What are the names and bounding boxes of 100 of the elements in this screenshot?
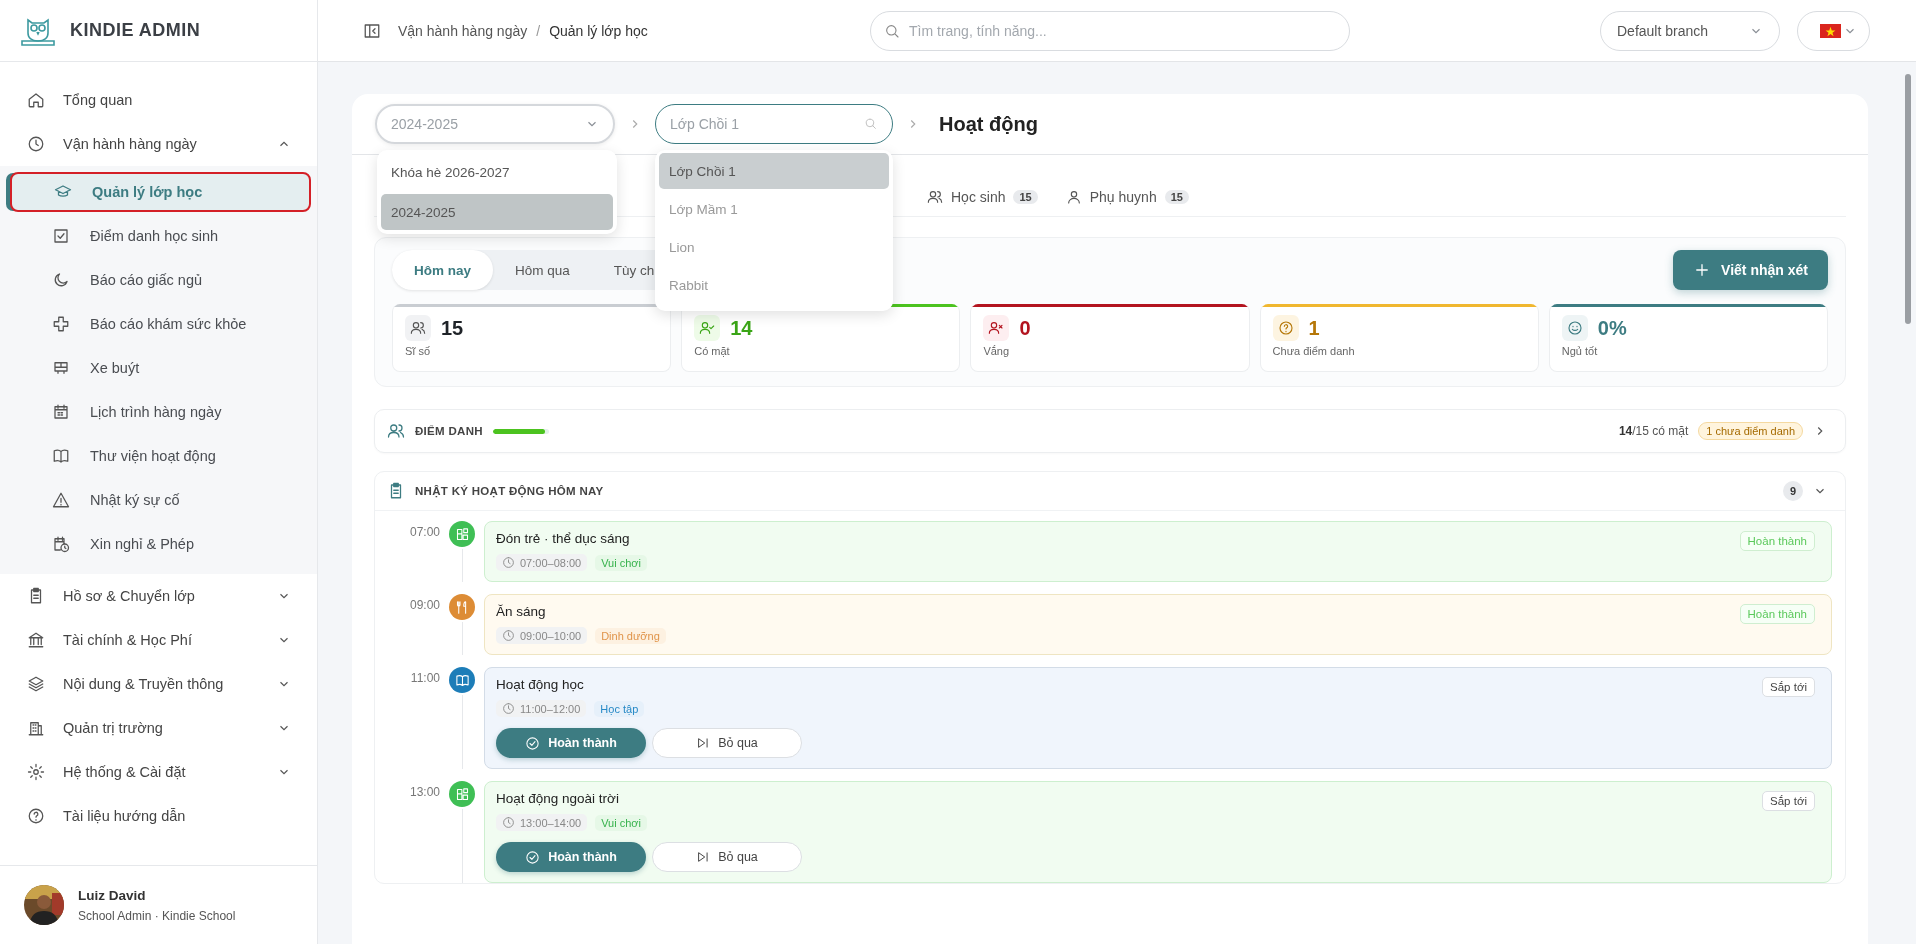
flag-icon: [1820, 23, 1841, 38]
activity-title: Hoạt động ngoài trời: [496, 791, 620, 806]
user-role: School Admin · Kindie School: [78, 908, 236, 923]
category-tag: Vui chơi: [595, 554, 647, 571]
time-range: 09:00–10:00: [520, 629, 582, 642]
smile-icon: [1566, 320, 1583, 336]
sidebar-subitem[interactable]: Thư viện hoạt động: [10, 436, 311, 476]
search-field[interactable]: Tìm trang, tính năng...: [870, 10, 1350, 51]
bank-icon: [27, 631, 45, 649]
skip-icon: [696, 736, 711, 750]
tab-label: Học sinh: [951, 188, 1006, 205]
users-icon: [927, 188, 943, 205]
sidebar-item[interactable]: Tổng quan: [0, 78, 317, 122]
range-tab[interactable]: Hôm qua: [493, 250, 592, 290]
user-name: Luiz David: [78, 887, 147, 903]
sidebar-subitem[interactable]: Báo cáo giấc ngủ: [10, 260, 311, 300]
stat-value: 1: [1308, 316, 1320, 340]
sidebar-subitem[interactable]: Nhật ký sự cố: [10, 480, 311, 520]
time-label: 09:00: [408, 597, 440, 614]
section-header[interactable]: NHẬT KÝ HOẠT ĐỘNG HÔM NAY 9: [375, 472, 1845, 511]
status-badge: Hoàn thành: [1739, 531, 1815, 551]
time-label: 07:00: [408, 524, 440, 541]
layers-icon: [27, 675, 45, 693]
stat-value: 0: [1019, 316, 1031, 340]
status-badge: Hoàn thành: [1739, 604, 1815, 624]
class-select[interactable]: Lớp Chồi 1: [655, 104, 893, 144]
status-badge: Sắp tới: [1762, 677, 1815, 697]
activity-title: Ăn sáng: [496, 604, 547, 619]
breadcrumb-item: Quản lý lớp học: [549, 22, 648, 39]
activity-title: Hoạt động học: [496, 677, 585, 692]
sidebar-subitem[interactable]: Lịch trình hàng ngày: [10, 392, 311, 432]
stat-label: Vắng: [983, 345, 1011, 357]
dropdown-option[interactable]: 2024-2025: [381, 194, 613, 230]
clock-icon: [27, 135, 45, 153]
bus-icon: [52, 359, 70, 377]
dropdown-option[interactable]: Khóa hè 2026-2027: [381, 154, 613, 190]
settings-icon: [27, 763, 45, 781]
sidebar-subitem[interactable]: Báo cáo khám sức khỏe: [10, 304, 311, 344]
sidebar-item[interactable]: Tài liệu hướng dẫn: [0, 794, 317, 838]
search-icon: [864, 117, 877, 130]
section-title: ĐIỂM DANH: [415, 425, 483, 437]
category-tag: Dinh dưỡng: [595, 627, 666, 644]
breadcrumb-item[interactable]: Vận hành hàng ngày: [398, 22, 528, 39]
complete-button[interactable]: Hoàn thành: [496, 728, 646, 758]
status-badge: Sắp tới: [1762, 791, 1815, 811]
clock-icon: [502, 629, 515, 642]
user-icon: [1065, 188, 1082, 205]
count-badge: 15: [1013, 189, 1038, 204]
sidebar-subitem[interactable]: Xe buýt: [10, 348, 311, 388]
dropdown-option[interactable]: Lớp Chồi 1: [659, 153, 889, 189]
stat-label: Ngủ tốt: [1561, 345, 1599, 357]
skip-button[interactable]: Bỏ qua: [652, 728, 802, 758]
tab[interactable]: Học sinh 15: [927, 188, 1038, 205]
sidebar-subitem[interactable]: Điểm danh học sinh: [10, 216, 311, 256]
time-range: 13:00–14:00: [520, 816, 582, 829]
stat-value: 0%: [1597, 316, 1627, 340]
help-icon: [27, 807, 45, 825]
moon-icon: [52, 271, 70, 289]
calendar-clock-icon: [52, 535, 70, 553]
year-select[interactable]: 2024-2025: [375, 104, 615, 144]
book-icon: [454, 672, 470, 688]
blocks-icon: [454, 786, 470, 802]
write-comment-button[interactable]: Viết nhận xét: [1673, 250, 1828, 290]
question-icon: [1277, 320, 1294, 336]
complete-button[interactable]: Hoàn thành: [496, 842, 646, 872]
stat-label: Sĩ số: [405, 345, 432, 357]
time-range: 11:00–12:00: [520, 702, 581, 715]
home-icon: [27, 91, 45, 109]
sidebar-item[interactable]: Hồ sơ & Chuyển lớp: [0, 574, 317, 618]
users-icon: [387, 422, 405, 440]
clock-icon: [502, 702, 515, 715]
attendance-bar[interactable]: ĐIỂM DANH 14/15 có mặt 1 chưa điểm danh: [374, 409, 1846, 453]
sidebar-item[interactable]: Vận hành hàng ngày: [0, 122, 317, 166]
category-tag: Vui chơi: [595, 814, 647, 831]
clock-icon: [502, 556, 515, 569]
user-check-icon: [699, 320, 716, 336]
sidebar-item[interactable]: Quản trị trường: [0, 706, 317, 750]
user-x-icon: [988, 320, 1005, 336]
cross-icon: [52, 315, 70, 333]
search-icon: [884, 22, 900, 39]
range-tab[interactable]: Hôm nay: [392, 250, 493, 290]
stat-label: Có mặt: [694, 345, 731, 357]
tab-label: Phụ huynh: [1089, 188, 1157, 205]
stat-value: 14: [730, 316, 753, 340]
skip-button[interactable]: Bỏ qua: [652, 842, 802, 872]
sidebar-subitem[interactable]: Xin nghỉ & Phép: [10, 524, 311, 564]
stat-label: Chưa điểm danh: [1272, 345, 1356, 357]
sidebar-item[interactable]: Tài chính & Học Phí: [0, 618, 317, 662]
checkbox-icon: [52, 227, 70, 245]
sidebar-toggle-icon[interactable]: [363, 21, 381, 40]
pending-badge: 1 chưa điểm danh: [1698, 422, 1803, 440]
tab[interactable]: Phụ huynh 15: [1065, 188, 1189, 205]
time-range: 07:00–08:00: [520, 556, 582, 569]
stat-value: 15: [441, 316, 464, 340]
warning-icon: [52, 491, 70, 509]
brand-name: KINDIE ADMIN: [70, 20, 201, 41]
calendar-icon: [52, 403, 70, 421]
users-icon: [410, 320, 426, 336]
sidebar-item[interactable]: Hệ thống & Cài đặt: [0, 750, 317, 794]
sidebar-item[interactable]: Nội dung & Truyền thông: [0, 662, 317, 706]
